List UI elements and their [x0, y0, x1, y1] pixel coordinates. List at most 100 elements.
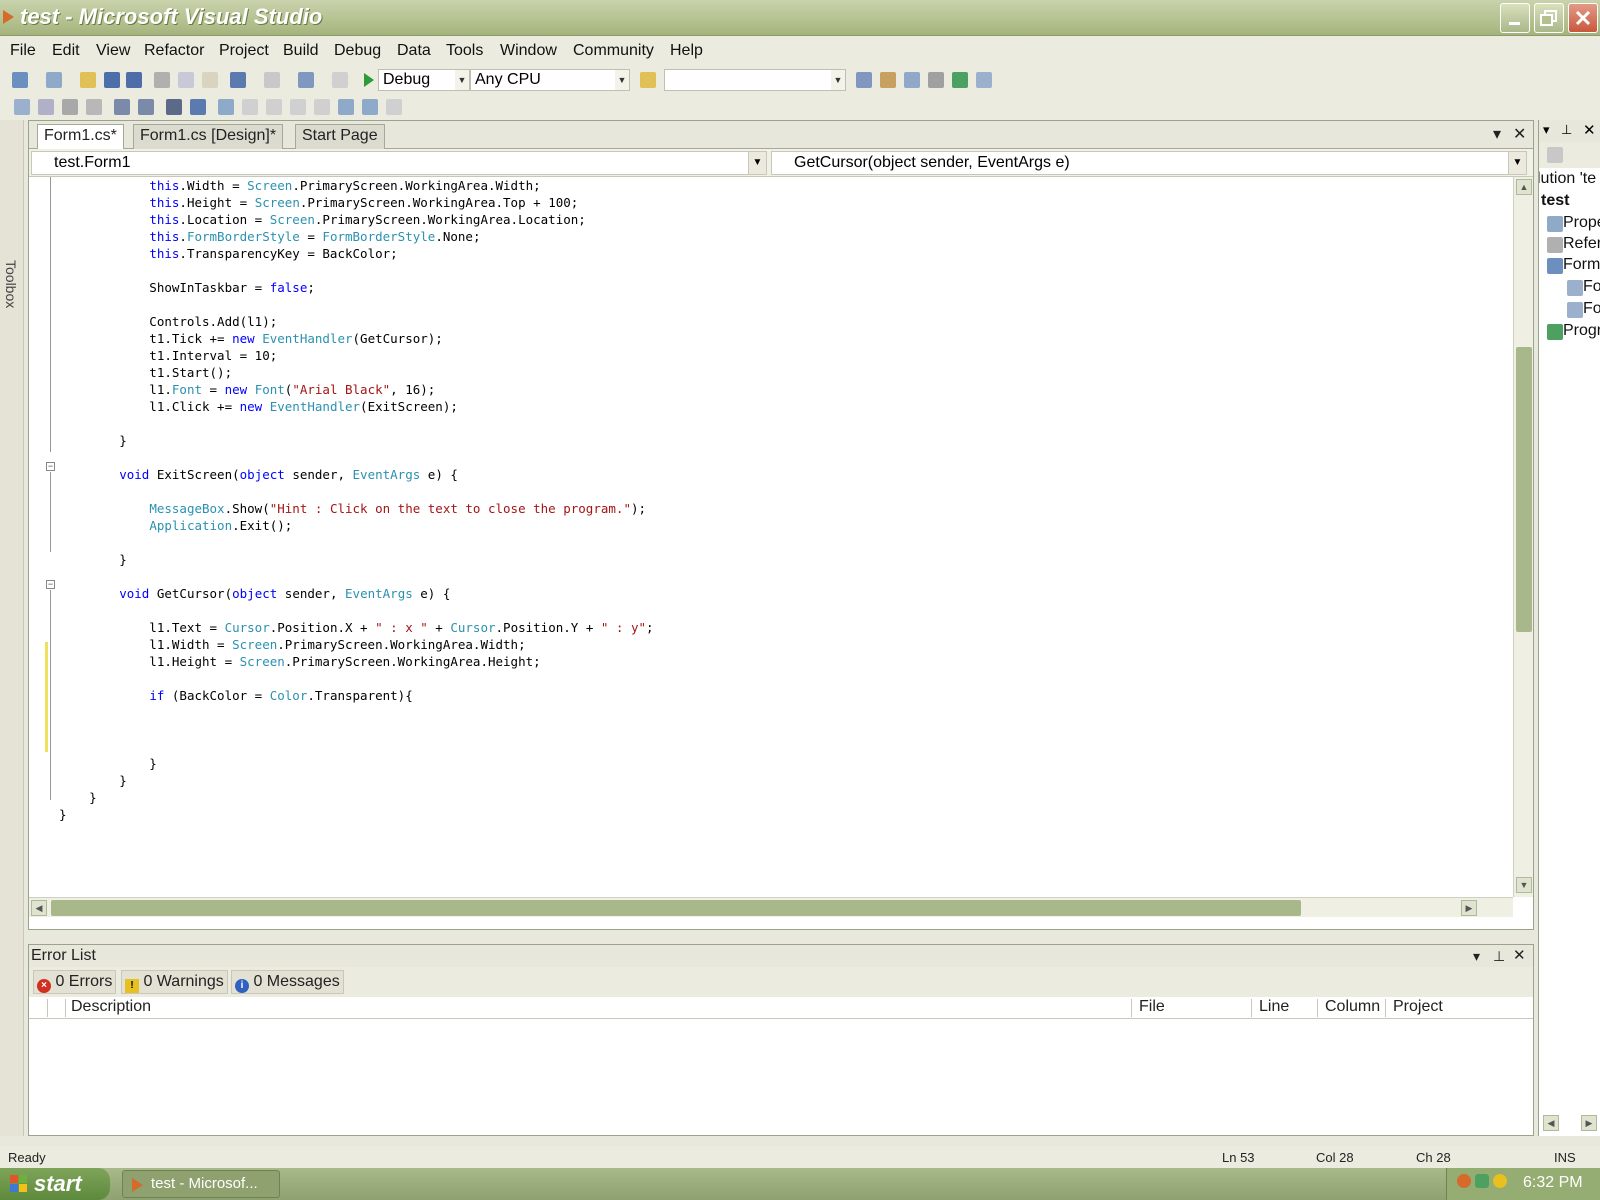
code-line[interactable]: Application.Exit(); — [59, 517, 654, 534]
start-button[interactable]: start — [0, 1168, 110, 1200]
quick-info-icon[interactable] — [62, 99, 78, 115]
toolbox-strip[interactable]: Toolbox — [0, 120, 24, 1136]
code-line[interactable]: ShowInTaskbar = false; — [59, 279, 654, 296]
code-line[interactable]: l1.Height = Screen.PrimaryScreen.Working… — [59, 653, 654, 670]
code-line[interactable]: ​ — [59, 296, 654, 313]
horizontal-scrollbar[interactable]: ◀ ▶ — [29, 897, 1513, 917]
scroll-right-icon[interactable]: ▶ — [1461, 900, 1477, 916]
scroll-down-icon[interactable]: ▼ — [1516, 877, 1532, 893]
tab-form1-design[interactable]: Form1.cs [Design]* — [133, 124, 284, 149]
menu-project[interactable]: Project — [219, 42, 269, 60]
scroll-left-icon[interactable]: ◀ — [31, 900, 47, 916]
previous-bookmark-icon[interactable] — [242, 99, 258, 115]
properties-icon[interactable] — [1547, 147, 1563, 163]
dropdown-icon[interactable]: ▾ — [1543, 122, 1550, 138]
new-project-icon[interactable] — [12, 72, 28, 88]
code-line[interactable]: ​ — [59, 738, 654, 755]
code-line[interactable]: ​ — [59, 602, 654, 619]
form1-node[interactable]: Form — [1563, 256, 1600, 274]
solution-platform-select[interactable]: Any CPU ▼ — [470, 69, 630, 91]
code-line[interactable]: ​ — [59, 704, 654, 721]
code-line[interactable]: ​ — [59, 534, 654, 551]
object-members-icon[interactable] — [14, 99, 30, 115]
restore-button[interactable] — [1534, 3, 1564, 33]
parameter-info-icon[interactable] — [38, 99, 54, 115]
column-project[interactable]: Project — [1393, 998, 1443, 1016]
code-line[interactable]: ​ — [59, 449, 654, 466]
solution-configuration-select[interactable]: Debug ▼ — [378, 69, 470, 91]
menu-refactor[interactable]: Refactor — [144, 42, 204, 60]
scroll-left-icon[interactable]: ◀ — [1543, 1115, 1559, 1131]
properties-node[interactable]: Prope — [1563, 214, 1600, 232]
close-icon[interactable]: ✕ — [1583, 121, 1596, 139]
open-file-icon[interactable] — [80, 72, 96, 88]
decrease-indent-icon[interactable] — [114, 99, 130, 115]
code-line[interactable]: if (BackColor = Color.Transparent){ — [59, 687, 654, 704]
scroll-right-icon[interactable]: ▶ — [1581, 1115, 1597, 1131]
code-line[interactable]: } — [59, 551, 654, 568]
prev-bookmark-doc-icon[interactable] — [338, 99, 354, 115]
column-description[interactable]: Description — [71, 998, 151, 1016]
tab-form1-cs[interactable]: Form1.cs* — [37, 124, 124, 150]
find-combo[interactable]: ▼ — [664, 69, 846, 91]
column-file[interactable]: File — [1139, 998, 1165, 1016]
uncomment-icon[interactable] — [190, 99, 206, 115]
properties-icon[interactable] — [880, 72, 896, 88]
comment-out-icon[interactable] — [166, 99, 182, 115]
add-item-icon[interactable] — [46, 72, 62, 88]
menu-data[interactable]: Data — [397, 42, 431, 60]
clear-bookmarks-icon[interactable] — [386, 99, 402, 115]
code-line[interactable]: ​ — [59, 262, 654, 279]
bookmark-folder-next-icon[interactable] — [314, 99, 330, 115]
tab-start-page[interactable]: Start Page — [295, 124, 385, 149]
toolbox-icon[interactable] — [928, 72, 944, 88]
close-window-button[interactable] — [1568, 3, 1598, 33]
bookmark-folder-prev-icon[interactable] — [290, 99, 306, 115]
errors-filter-button[interactable]: × 0 Errors — [33, 970, 117, 994]
source-code[interactable]: this.Width = Screen.PrimaryScreen.Workin… — [59, 177, 654, 823]
code-line[interactable]: ​ — [59, 721, 654, 738]
code-line[interactable]: l1.Click += new EventHandler(ExitScreen)… — [59, 398, 654, 415]
code-line[interactable]: this.Location = Screen.PrimaryScreen.Wor… — [59, 211, 654, 228]
members-combo[interactable]: GetCursor(object sender, EventArgs e) ▼ — [771, 151, 1527, 175]
menu-window[interactable]: Window — [500, 42, 557, 60]
vertical-scrollbar[interactable]: ▲ ▼ — [1513, 177, 1533, 897]
menu-tools[interactable]: Tools — [446, 42, 483, 60]
tray-network-icon[interactable] — [1475, 1174, 1489, 1188]
paste-icon[interactable] — [202, 72, 218, 88]
code-line[interactable]: } — [59, 755, 654, 772]
code-line[interactable]: this.Width = Screen.PrimaryScreen.Workin… — [59, 177, 654, 194]
code-line[interactable]: l1.Width = Screen.PrimaryScreen.WorkingA… — [59, 636, 654, 653]
save-all-icon[interactable] — [126, 72, 142, 88]
next-bookmark-doc-icon[interactable] — [362, 99, 378, 115]
column-line[interactable]: Line — [1259, 998, 1289, 1016]
code-line[interactable]: l1.Text = Cursor.Position.X + " : x " + … — [59, 619, 653, 636]
code-line[interactable]: ​ — [59, 670, 654, 687]
taskbar-item-visual-studio[interactable]: test - Microsof... — [122, 1170, 280, 1198]
complete-word-icon[interactable] — [86, 99, 102, 115]
navigate-backward-icon[interactable] — [298, 72, 314, 88]
code-line[interactable]: Controls.Add(l1); — [59, 313, 654, 330]
solution-explorer-icon[interactable] — [856, 72, 872, 88]
start-debugging-icon[interactable] — [362, 72, 376, 88]
find-in-files-icon[interactable] — [640, 72, 656, 88]
dropdown-icon[interactable]: ▾ — [1473, 945, 1480, 967]
scroll-up-icon[interactable]: ▲ — [1516, 179, 1532, 195]
code-line[interactable]: ​ — [59, 483, 654, 500]
undo-icon[interactable] — [230, 72, 246, 88]
pin-icon[interactable]: ⊥ — [1493, 945, 1505, 967]
menu-community[interactable]: Community — [573, 42, 654, 60]
form1-designer-node[interactable]: Fo — [1583, 278, 1600, 296]
references-node[interactable]: Refer — [1563, 235, 1600, 253]
code-line[interactable]: ​ — [59, 568, 654, 585]
minimize-button[interactable] — [1500, 3, 1530, 33]
types-combo[interactable]: test.Form1 ▼ — [31, 151, 767, 175]
code-line[interactable]: void GetCursor(object sender, EventArgs … — [59, 585, 654, 602]
tray-app-icon[interactable] — [1457, 1174, 1471, 1188]
menu-view[interactable]: View — [96, 42, 130, 60]
close-document-icon[interactable]: ✕ — [1513, 124, 1526, 144]
close-icon[interactable]: ✕ — [1513, 945, 1526, 967]
start-page-icon[interactable] — [952, 72, 968, 88]
pin-icon[interactable]: ⊥ — [1561, 122, 1572, 138]
code-line[interactable]: } — [59, 432, 654, 449]
